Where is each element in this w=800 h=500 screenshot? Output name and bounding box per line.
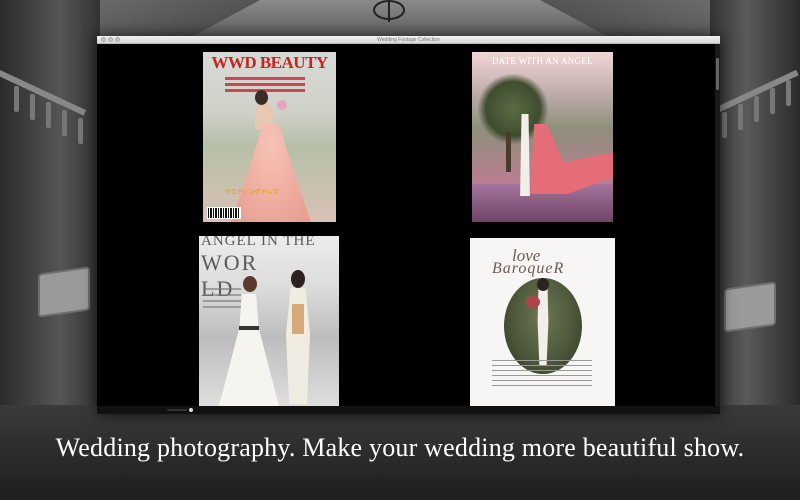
cover-masthead: DATE WITH AN ANGEL xyxy=(492,56,593,66)
baluster xyxy=(14,86,19,112)
baluster xyxy=(722,112,727,138)
bride-sash xyxy=(239,326,259,330)
groom-head xyxy=(537,278,549,291)
window-title: Wedding Footage Collection xyxy=(377,37,440,43)
cover-masthead: WWD BEAUTY xyxy=(211,53,328,72)
page-dot-inactive[interactable] xyxy=(167,409,187,411)
speaker-right xyxy=(724,281,776,333)
cover-caption: ウエディングドレス xyxy=(225,189,279,196)
baluster xyxy=(754,96,759,122)
bride-head xyxy=(255,90,268,105)
cover-body-text xyxy=(492,356,592,386)
baluster xyxy=(78,118,83,144)
baluster xyxy=(786,80,791,106)
promo-caption: Wedding photography. Make your wedding m… xyxy=(55,433,745,462)
app-window: Wedding Footage Collection WWD BEAUTY ウエ… xyxy=(97,36,720,414)
groom-vest xyxy=(292,304,304,334)
bouquet xyxy=(526,296,540,308)
page-dot-active[interactable] xyxy=(189,408,193,412)
magazine-cover-angel-in-the-world[interactable]: ANGEL IN THE WOR LD xyxy=(199,236,339,406)
magazine-cover-wwd-beauty[interactable]: WWD BEAUTY ウエディングドレス xyxy=(203,52,336,222)
railing-left xyxy=(0,70,87,116)
magazine-cover-date-with-an-angel[interactable]: DATE WITH AN ANGEL xyxy=(472,52,613,222)
baluster xyxy=(738,104,743,130)
lamp-ring xyxy=(373,0,405,20)
cover-text-lines xyxy=(203,284,241,308)
barcode xyxy=(207,207,241,219)
baluster xyxy=(46,102,51,128)
speaker-left xyxy=(38,266,90,318)
bride-gown xyxy=(219,294,279,406)
ceiling-lamp xyxy=(365,0,415,22)
page-indicator xyxy=(97,406,720,414)
bride-head xyxy=(243,276,257,292)
groom-head xyxy=(291,270,305,288)
vertical-scrollbar[interactable] xyxy=(715,44,720,406)
baluster xyxy=(62,110,67,136)
baluster xyxy=(30,94,35,120)
bride-dress xyxy=(231,124,311,222)
tree-trunk xyxy=(506,132,511,172)
title-bar[interactable]: Wedding Footage Collection xyxy=(97,36,720,44)
scrollbar-thumb[interactable] xyxy=(716,58,719,90)
magazine-cover-love-baroque[interactable]: love BaroqueR xyxy=(470,238,615,406)
cover-script-subtitle: BaroqueR xyxy=(492,260,565,277)
bouquet xyxy=(277,100,287,110)
gallery-grid: WWD BEAUTY ウエディングドレス DATE WITH AN ANGEL … xyxy=(97,44,715,406)
baluster xyxy=(770,88,775,114)
cover-masthead: ANGEL IN THE xyxy=(201,236,316,249)
